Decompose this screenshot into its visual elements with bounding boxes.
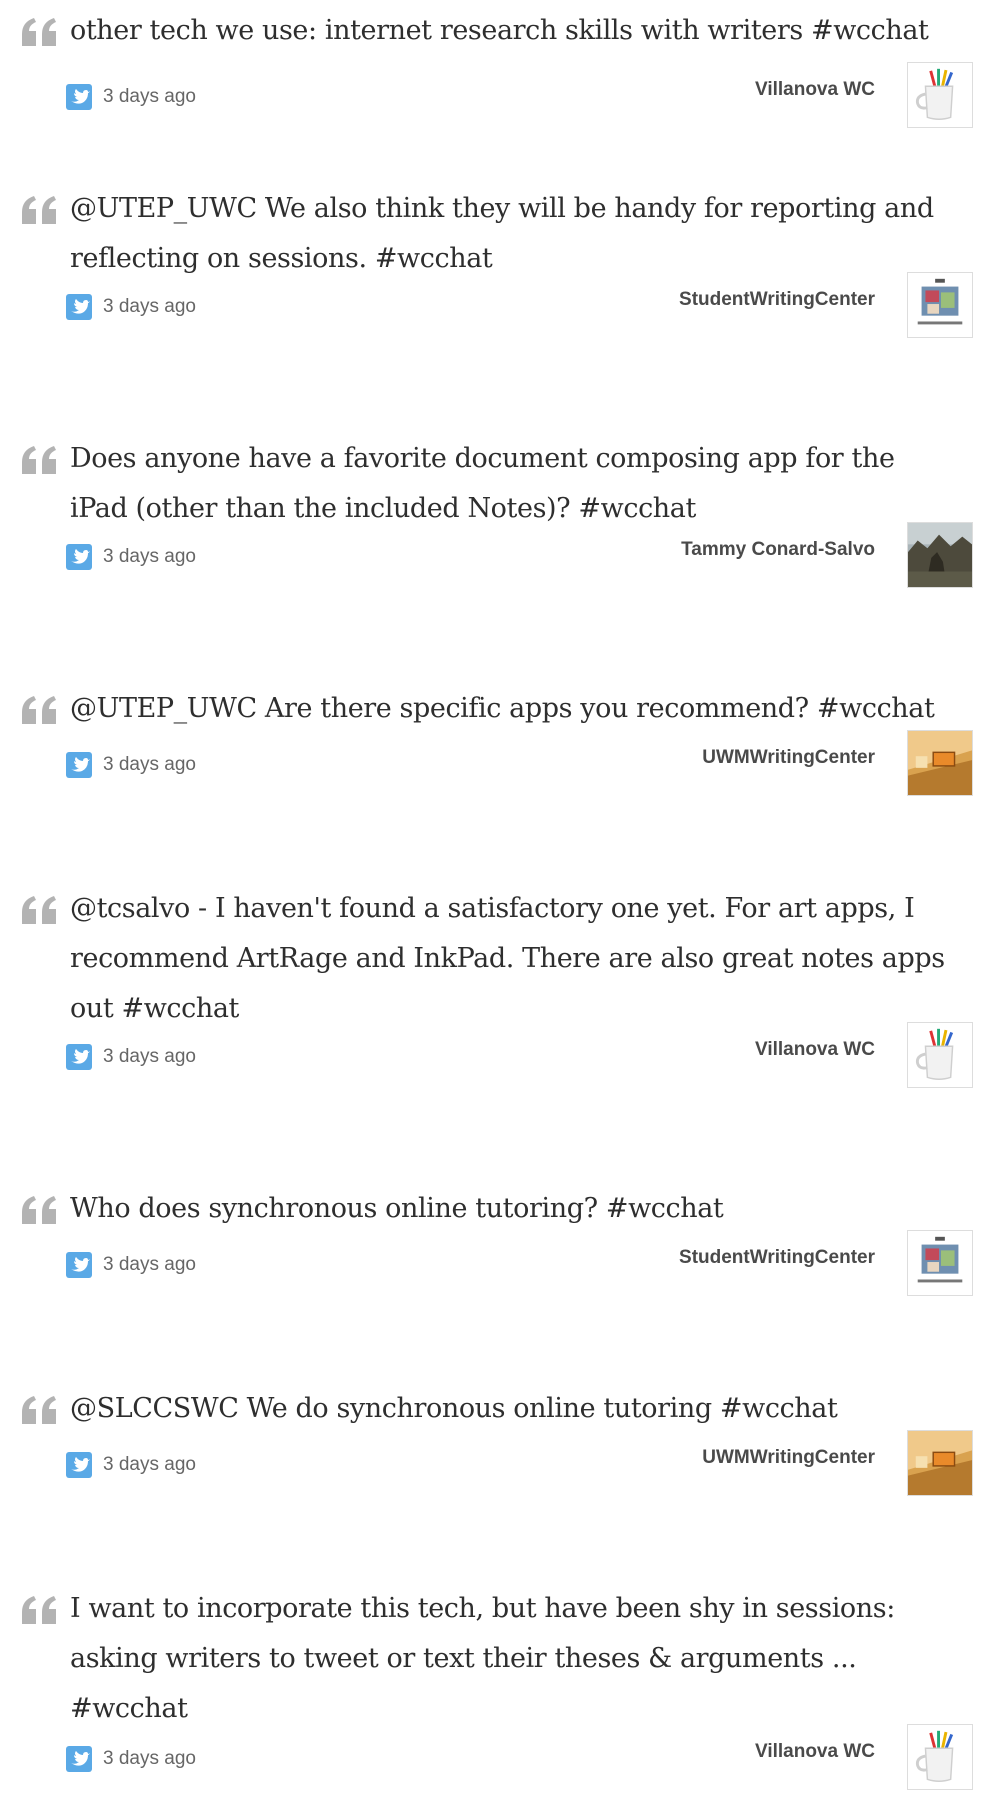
quote-mark-icon (22, 18, 56, 46)
tweet-timestamp[interactable]: 3 days ago (103, 294, 196, 320)
tweet-author-name[interactable]: Villanova WC (755, 1037, 875, 1063)
tweet-text-line: @SLCCSWC We do synchronous online tutori… (70, 1393, 838, 1424)
tweet-text-line: recommend ArtRage and InkPad. There are … (70, 943, 945, 974)
tweet-meta: 3 days ago UWMWritingCenter (0, 730, 1000, 804)
quote-mark-icon (22, 196, 56, 224)
tweet-timestamp[interactable]: 3 days ago (103, 1452, 196, 1478)
quote-mark-icon (22, 1396, 56, 1424)
twitter-bird-icon[interactable] (66, 294, 92, 320)
hallway-photo-avatar[interactable] (907, 730, 973, 796)
tweet-text: Who does synchronous online tutoring? #w… (70, 1184, 970, 1234)
tweet-text-line: @UTEP_UWC We also think they will be han… (70, 193, 934, 224)
student-writing-center-avatar[interactable] (907, 1230, 973, 1296)
twitter-bird-icon[interactable] (66, 84, 92, 110)
tweet-text-line: Who does synchronous online tutoring? #w… (70, 1193, 724, 1224)
quote-mark-icon (22, 1596, 56, 1624)
tweet-timestamp[interactable]: 3 days ago (103, 544, 196, 570)
quote-mark-icon (22, 446, 56, 474)
tweet-text-line: asking writers to tweet or text their th… (70, 1643, 857, 1674)
tweet-timestamp[interactable]: 3 days ago (103, 1044, 196, 1070)
tweet-text: @UTEP_UWC We also think they will be han… (70, 184, 970, 284)
tweet-author-name[interactable]: Villanova WC (755, 1739, 875, 1765)
twitter-bird-icon[interactable] (66, 544, 92, 570)
quote-mark-icon (22, 1196, 56, 1224)
tweet-author-name[interactable]: StudentWritingCenter (679, 1245, 875, 1271)
tweet-meta: 3 days ago Villanova WC (0, 1022, 1000, 1096)
tweet-meta: 3 days ago UWMWritingCenter (0, 1430, 1000, 1504)
twitter-bird-icon[interactable] (66, 1252, 92, 1278)
quote-mark-icon (22, 696, 56, 724)
student-writing-center-avatar[interactable] (907, 272, 973, 338)
tweet-text: Does anyone have a favorite document com… (70, 434, 970, 534)
tweet-timestamp[interactable]: 3 days ago (103, 84, 196, 110)
tweet-text-line: I want to incorporate this tech, but hav… (70, 1593, 895, 1624)
twitter-bird-icon[interactable] (66, 1044, 92, 1070)
tweet-text-line: other tech we use: internet research ski… (70, 15, 929, 46)
twitter-bird-icon[interactable] (66, 1452, 92, 1478)
tweet-meta: 3 days ago Villanova WC (0, 1724, 1000, 1798)
tweet-author-name[interactable]: StudentWritingCenter (679, 287, 875, 313)
tweet-meta: 3 days ago Villanova WC (0, 62, 1000, 136)
twitter-bird-icon[interactable] (66, 752, 92, 778)
mug-pencils-avatar[interactable] (907, 1022, 973, 1088)
tweet-text-line: @tcsalvo - I haven't found a satisfactor… (70, 893, 915, 924)
tweet-text-line: Does anyone have a favorite document com… (70, 443, 895, 474)
tweet-meta: 3 days ago Tammy Conard-Salvo (0, 522, 1000, 596)
tweet-author-name[interactable]: Tammy Conard-Salvo (681, 537, 875, 563)
tweet-timestamp[interactable]: 3 days ago (103, 1252, 196, 1278)
tweet-text: @tcsalvo - I haven't found a satisfactor… (70, 884, 970, 1034)
tweet-text: @SLCCSWC We do synchronous online tutori… (70, 1384, 970, 1434)
tweet-text: @UTEP_UWC Are there specific apps you re… (70, 684, 970, 734)
tweet-timestamp[interactable]: 3 days ago (103, 1746, 196, 1772)
mug-pencils-avatar[interactable] (907, 1724, 973, 1790)
tweet-author-name[interactable]: Villanova WC (755, 77, 875, 103)
outdoor-photo-avatar[interactable] (907, 522, 973, 588)
tweet-meta: 3 days ago StudentWritingCenter (0, 1230, 1000, 1304)
tweet-text-line: @UTEP_UWC Are there specific apps you re… (70, 693, 935, 724)
mug-pencils-avatar[interactable] (907, 62, 973, 128)
twitter-bird-icon[interactable] (66, 1746, 92, 1772)
tweet-author-name[interactable]: UWMWritingCenter (702, 745, 875, 771)
tweet-timestamp[interactable]: 3 days ago (103, 752, 196, 778)
hallway-photo-avatar[interactable] (907, 1430, 973, 1496)
tweet-text: I want to incorporate this tech, but hav… (70, 1584, 970, 1734)
tweet-author-name[interactable]: UWMWritingCenter (702, 1445, 875, 1471)
tweet-meta: 3 days ago StudentWritingCenter (0, 272, 1000, 346)
quote-mark-icon (22, 896, 56, 924)
tweet-text: other tech we use: internet research ski… (70, 6, 970, 56)
